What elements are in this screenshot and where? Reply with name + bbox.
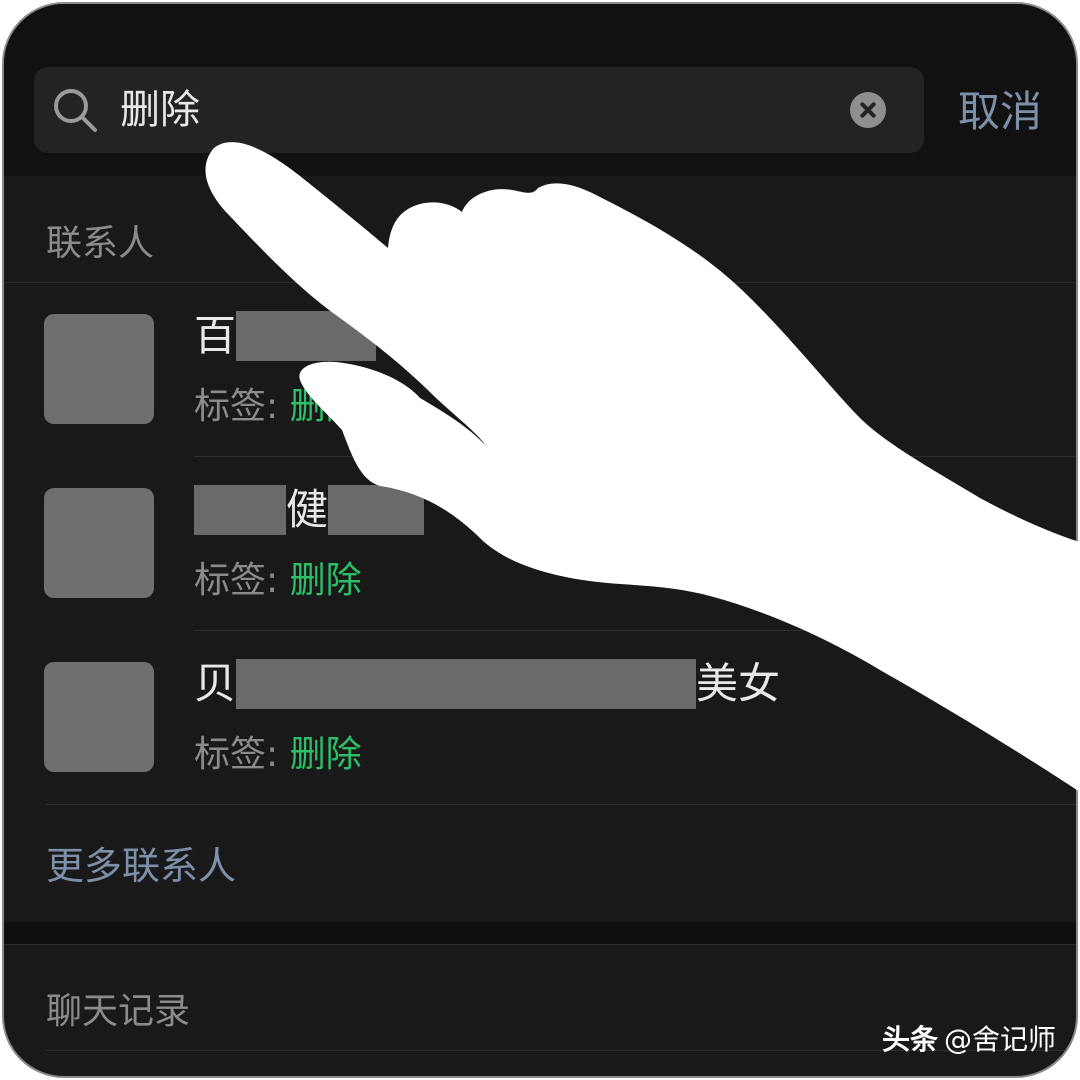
phone-screen: 删除 取消 联系人 百 标签: 删除 健 标签: 删除 贝 美女 标签: 删除 更…: [2, 2, 1078, 1078]
contact-row[interactable]: 百 标签: 删除: [4, 286, 1076, 458]
avatar: [44, 662, 154, 772]
redaction-block: [328, 485, 425, 535]
contact-name-prefix: 百: [194, 311, 237, 360]
redaction-block: [194, 485, 286, 535]
tag-value: 删除: [289, 560, 362, 601]
cancel-button[interactable]: 取消: [958, 82, 1042, 142]
divider: [46, 804, 1076, 805]
contact-name-middle: 健: [286, 485, 329, 534]
chat-history-section-header: 聊天记录: [46, 991, 191, 1032]
watermark: 头条 @舍记师: [882, 1020, 1056, 1060]
divider: [4, 944, 1076, 945]
clear-icon[interactable]: [850, 92, 886, 128]
contact-tag: 标签: 删除: [194, 556, 362, 606]
more-contacts-link[interactable]: 更多联系人: [46, 838, 236, 894]
contact-name: 贝 美女: [194, 654, 780, 714]
tag-label: 标签:: [194, 560, 279, 601]
avatar: [44, 314, 154, 424]
contact-tag: 标签: 删除: [194, 730, 362, 780]
contact-row[interactable]: 健 标签: 删除: [4, 460, 1076, 632]
tag-label: 标签:: [194, 386, 279, 427]
contact-name-prefix: 贝: [194, 659, 237, 708]
tag-value: 删除: [289, 734, 362, 775]
contact-name-suffix: 美女: [696, 659, 781, 708]
redaction-block: [236, 311, 377, 361]
contact-name: 百: [194, 306, 377, 366]
search-query[interactable]: 删除: [120, 81, 200, 139]
search-icon: [54, 89, 97, 132]
contact-row[interactable]: 贝 美女 标签: 删除: [4, 634, 1076, 806]
contacts-section-header: 联系人: [46, 223, 155, 264]
section-gap: [4, 922, 1076, 944]
tag-value: 删除: [289, 386, 362, 427]
search-input[interactable]: 删除: [34, 67, 924, 153]
tag-label: 标签:: [194, 734, 279, 775]
redaction-block: [236, 659, 697, 709]
divider: [194, 456, 1076, 457]
avatar: [44, 488, 154, 598]
divider: [4, 282, 1076, 283]
contact-name: 健: [194, 480, 425, 540]
watermark-handle: @舍记师: [943, 1023, 1056, 1056]
search-bar: 删除 取消: [4, 4, 1076, 176]
watermark-brand: 头条: [881, 1023, 938, 1056]
contact-tag: 标签: 删除: [194, 382, 362, 432]
divider: [194, 630, 1076, 631]
